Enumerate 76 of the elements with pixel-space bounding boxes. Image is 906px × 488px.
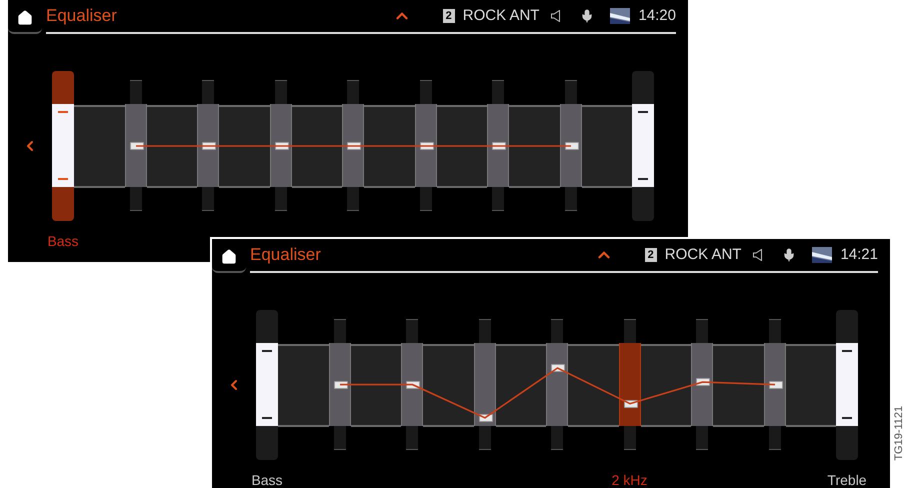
band-slider[interactable] <box>764 343 786 426</box>
band-slider[interactable] <box>546 343 568 426</box>
slider-label: Bass <box>47 232 79 251</box>
slider-stub <box>551 426 563 450</box>
scale-mark <box>58 178 68 180</box>
scale-mark <box>58 111 68 113</box>
slider-thumb[interactable] <box>334 380 348 388</box>
band-slider[interactable] <box>691 343 713 426</box>
screen-title: Equaliser <box>250 244 321 266</box>
clock-time: 14:21 <box>840 244 878 265</box>
band-slider[interactable] <box>474 343 496 426</box>
slider-stub <box>274 187 286 211</box>
slider-stub <box>202 80 214 104</box>
band-slider[interactable] <box>401 343 423 426</box>
home-icon <box>221 249 237 265</box>
slider-stub <box>492 80 504 104</box>
tone-slider[interactable] <box>256 343 278 426</box>
band-slider[interactable] <box>342 104 364 187</box>
tone-slider[interactable] <box>52 104 74 187</box>
scale-mark <box>262 417 272 419</box>
slider-stub <box>406 426 418 450</box>
slider-stub <box>347 80 359 104</box>
slider-stub <box>130 187 142 211</box>
slider-label: 2 kHz <box>612 471 648 488</box>
screen-title: Equaliser <box>46 5 117 28</box>
slider-stub <box>202 187 214 211</box>
slider-stub <box>564 80 576 104</box>
speaker-icon <box>551 10 560 22</box>
slider-stub <box>624 319 636 343</box>
band-slider[interactable] <box>618 343 640 426</box>
slider-stub <box>406 319 418 343</box>
slider-stub <box>420 80 432 104</box>
slider-label: Treble <box>827 471 867 488</box>
slider-stub <box>696 319 708 343</box>
cover-art-thumbnail <box>610 8 630 24</box>
scale-mark <box>638 111 648 113</box>
source-name: ROCK ANT <box>664 244 742 265</box>
scale-mark <box>638 178 648 180</box>
slider-stub <box>768 319 780 343</box>
slider-stub <box>551 319 563 343</box>
slider-stub <box>478 426 490 450</box>
scale-mark <box>842 417 852 419</box>
scale-mark <box>262 350 272 352</box>
band-slider[interactable] <box>197 104 219 187</box>
slider-stub <box>624 426 636 450</box>
slider-stub <box>334 319 346 343</box>
slider-label: Bass <box>251 471 283 488</box>
slider-stub <box>478 319 490 343</box>
band-slider[interactable] <box>270 104 292 187</box>
preset-badge: 2 <box>442 9 455 23</box>
band-slider[interactable] <box>124 104 146 187</box>
band-slider[interactable] <box>560 104 582 187</box>
microphone-icon <box>580 9 594 23</box>
slider-stub <box>334 426 346 450</box>
scale-mark <box>842 350 852 352</box>
slider-stub <box>696 426 708 450</box>
tone-slider[interactable] <box>836 343 858 426</box>
clock-time: 14:20 <box>638 6 676 26</box>
slider-stub <box>564 187 576 211</box>
cover-art-thumbnail <box>812 247 832 263</box>
band-slider[interactable] <box>414 104 436 187</box>
figure-code: TG19-1121 <box>892 406 906 460</box>
slider-stub <box>347 187 359 211</box>
preset-badge: 2 <box>644 248 657 262</box>
home-icon <box>17 10 33 26</box>
microphone-icon <box>782 248 796 262</box>
band-slider[interactable] <box>328 343 350 426</box>
tone-slider[interactable] <box>632 104 654 187</box>
slider-stub <box>130 80 142 104</box>
slider-stub <box>420 187 432 211</box>
slider-stub <box>768 426 780 450</box>
speaker-icon <box>753 249 762 261</box>
slider-stub <box>274 80 286 104</box>
slider-stub <box>492 187 504 211</box>
band-slider[interactable] <box>487 104 509 187</box>
source-name: ROCK ANT <box>462 6 540 26</box>
